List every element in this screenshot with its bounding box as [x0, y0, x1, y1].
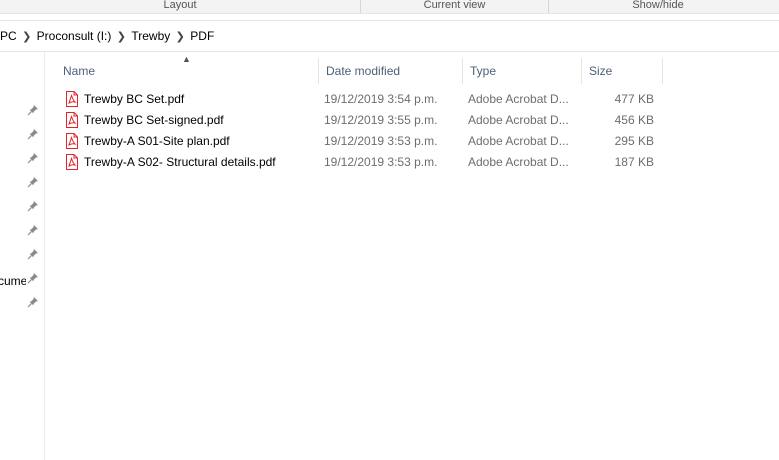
file-type: Adobe Acrobat D...	[468, 155, 569, 169]
file-row[interactable]: Trewby-A S02- Structural details.pdf 19/…	[56, 152, 662, 173]
breadcrumb-item-pc[interactable]: PC	[0, 29, 20, 43]
file-size: 187 KB	[614, 155, 654, 169]
column-header-date-modified[interactable]: Date modified	[319, 58, 462, 84]
file-row[interactable]: Trewby BC Set-signed.pdf 19/12/2019 3:55…	[56, 110, 662, 131]
file-date-modified: 19/12/2019 3:54 p.m.	[324, 92, 438, 106]
file-date-modified: 19/12/2019 3:53 p.m.	[324, 134, 438, 148]
ribbon-group-show-hide: Show/hide	[632, 0, 684, 11]
pin-icon[interactable]	[27, 200, 39, 212]
file-name[interactable]: Trewby BC Set.pdf	[84, 89, 314, 110]
pdf-file-icon	[66, 154, 78, 170]
nav-item-label[interactable]: cume	[0, 274, 26, 288]
ribbon-group-current-view: Current view	[423, 0, 486, 11]
chevron-right-icon[interactable]: ❯	[114, 30, 128, 43]
pin-icon[interactable]	[27, 104, 39, 116]
file-size: 456 KB	[614, 113, 654, 127]
file-list: Trewby BC Set.pdf 19/12/2019 3:54 p.m. A…	[56, 89, 662, 173]
pdf-file-icon	[66, 91, 78, 107]
pdf-file-icon	[66, 133, 78, 149]
pin-icon[interactable]	[27, 296, 39, 308]
pin-icon[interactable]	[27, 128, 39, 140]
column-header-type[interactable]: Type	[463, 58, 581, 84]
column-divider[interactable]	[662, 58, 663, 84]
file-name[interactable]: Trewby BC Set-signed.pdf	[84, 110, 314, 131]
file-row[interactable]: Trewby BC Set.pdf 19/12/2019 3:54 p.m. A…	[56, 89, 662, 110]
chevron-right-icon[interactable]: ❯	[173, 30, 187, 43]
file-size: 477 KB	[614, 92, 654, 106]
breadcrumb-item-trewby[interactable]: Trewby	[128, 29, 173, 43]
file-date-modified: 19/12/2019 3:55 p.m.	[324, 113, 438, 127]
pin-icon[interactable]	[27, 152, 39, 164]
file-row[interactable]: Trewby-A S01-Site plan.pdf 19/12/2019 3:…	[56, 131, 662, 152]
pin-icon[interactable]	[27, 224, 39, 236]
file-type: Adobe Acrobat D...	[468, 92, 569, 106]
pin-icon[interactable]	[27, 176, 39, 188]
file-type: Adobe Acrobat D...	[468, 113, 569, 127]
breadcrumb-item-drive[interactable]: Proconsult (I:)	[34, 29, 115, 43]
ribbon-group-layout: Layout	[163, 0, 197, 11]
breadcrumb-item-pdf[interactable]: PDF	[187, 29, 217, 43]
navigation-pane[interactable]: cume	[0, 52, 45, 460]
file-date-modified: 19/12/2019 3:53 p.m.	[324, 155, 438, 169]
file-type: Adobe Acrobat D...	[468, 134, 569, 148]
file-size: 295 KB	[614, 134, 654, 148]
ribbon-group-bar: Layout Current view Show/hide	[0, 0, 779, 14]
column-header-name[interactable]: Name	[56, 58, 318, 84]
file-name[interactable]: Trewby-A S01-Site plan.pdf	[84, 131, 314, 152]
pin-icon[interactable]	[27, 272, 39, 284]
pin-icon[interactable]	[27, 248, 39, 260]
chevron-right-icon[interactable]: ❯	[20, 30, 34, 43]
pdf-file-icon	[66, 112, 78, 128]
file-name[interactable]: Trewby-A S02- Structural details.pdf	[84, 152, 314, 173]
column-header-size[interactable]: Size	[582, 58, 662, 84]
address-bar[interactable]: PC ❯ Proconsult (I:) ❯ Trewby ❯ PDF	[0, 20, 779, 52]
breadcrumb: PC ❯ Proconsult (I:) ❯ Trewby ❯ PDF	[0, 21, 217, 51]
